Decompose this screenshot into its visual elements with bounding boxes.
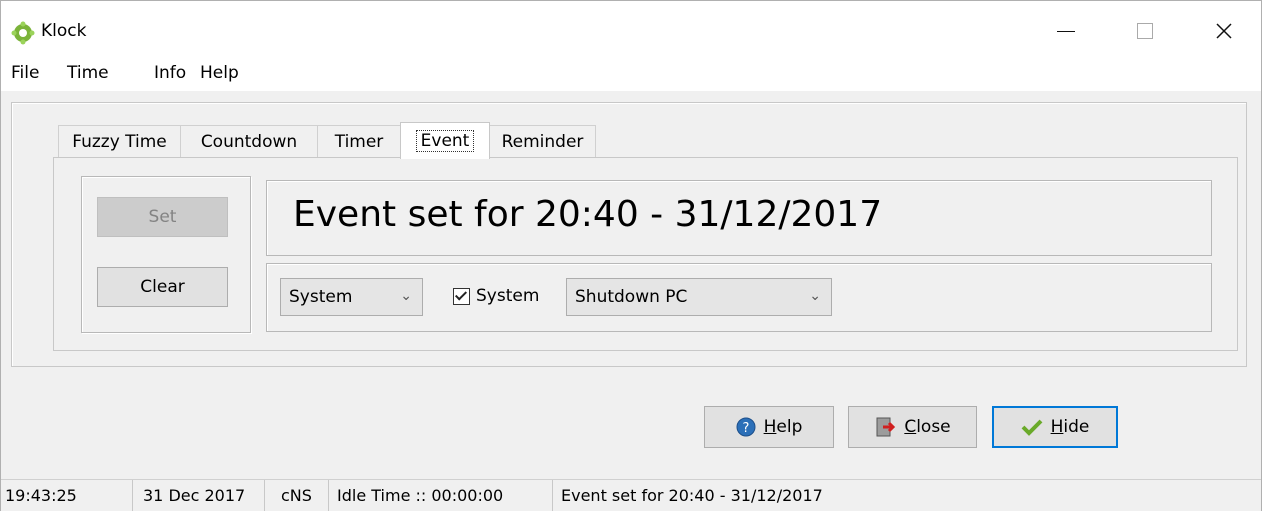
help-button-label: Help <box>763 417 803 437</box>
klock-app-icon <box>11 21 35 45</box>
event-display-text: Event set for 20:40 - 31/12/2017 <box>293 194 883 235</box>
exit-door-icon <box>876 417 896 437</box>
tab-label: Fuzzy Time <box>72 132 167 152</box>
close-icon <box>1216 23 1232 39</box>
tab-label: Event <box>415 130 475 152</box>
close-button-label: Close <box>904 417 951 437</box>
system-checkbox[interactable] <box>453 287 470 305</box>
tab-timer[interactable]: Timer <box>317 125 401 158</box>
event-action-value: Shutdown PC <box>575 287 688 307</box>
window-title: Klock <box>41 21 87 41</box>
status-date: 31 Dec 2017 <box>133 480 265 511</box>
tab-reminder[interactable]: Reminder <box>489 125 596 158</box>
status-idle-time: Idle Time :: 00:00:00 <box>329 480 553 511</box>
event-action-select[interactable]: Shutdown PC ⌄ <box>566 278 832 316</box>
set-button[interactable]: Set <box>97 197 228 237</box>
klock-window: Klock File Time Info Help Fuzzy Time Cou… <box>0 0 1262 511</box>
maximize-button[interactable] <box>1125 15 1165 47</box>
tab-countdown[interactable]: Countdown <box>180 125 318 158</box>
menu-info[interactable]: Info <box>154 63 186 83</box>
tab-event[interactable]: Event <box>400 122 490 159</box>
menu-time[interactable]: Time <box>67 63 109 83</box>
svg-text:?: ? <box>742 421 749 436</box>
close-button[interactable]: Close <box>848 406 977 448</box>
checkmark-icon <box>1021 419 1043 436</box>
system-checkbox-label: System <box>476 286 540 306</box>
minimize-icon <box>1057 30 1075 32</box>
hide-button[interactable]: Hide <box>992 406 1118 448</box>
maximize-icon <box>1137 23 1153 39</box>
status-time: 19:43:25 <box>1 480 133 511</box>
status-mode: cNS <box>265 480 329 511</box>
hide-button-label: Hide <box>1050 417 1090 437</box>
menu-bar: File Time Info Help <box>1 57 1261 91</box>
title-bar: Klock <box>1 1 1261 57</box>
chevron-down-icon: ⌄ <box>400 288 412 304</box>
system-checkbox-field[interactable]: System <box>453 286 539 306</box>
chevron-down-icon: ⌄ <box>809 288 821 304</box>
help-button[interactable]: ? Help <box>704 406 834 448</box>
tab-label: Countdown <box>200 132 298 152</box>
menu-file[interactable]: File <box>11 63 39 83</box>
tab-label: Reminder <box>501 132 584 152</box>
minimize-button[interactable] <box>1046 15 1086 47</box>
status-bar: 19:43:25 31 Dec 2017 cNS Idle Time :: 00… <box>1 479 1261 511</box>
menu-help[interactable]: Help <box>200 63 239 83</box>
clear-button[interactable]: Clear <box>97 267 228 307</box>
event-type-value: System <box>289 287 353 307</box>
event-type-select[interactable]: System ⌄ <box>280 278 423 316</box>
help-circle-icon: ? <box>736 417 756 437</box>
tab-label: Timer <box>334 132 384 152</box>
close-window-button[interactable] <box>1204 15 1244 47</box>
status-event: Event set for 20:40 - 31/12/2017 <box>561 486 823 505</box>
tab-fuzzy-time[interactable]: Fuzzy Time <box>58 125 181 158</box>
